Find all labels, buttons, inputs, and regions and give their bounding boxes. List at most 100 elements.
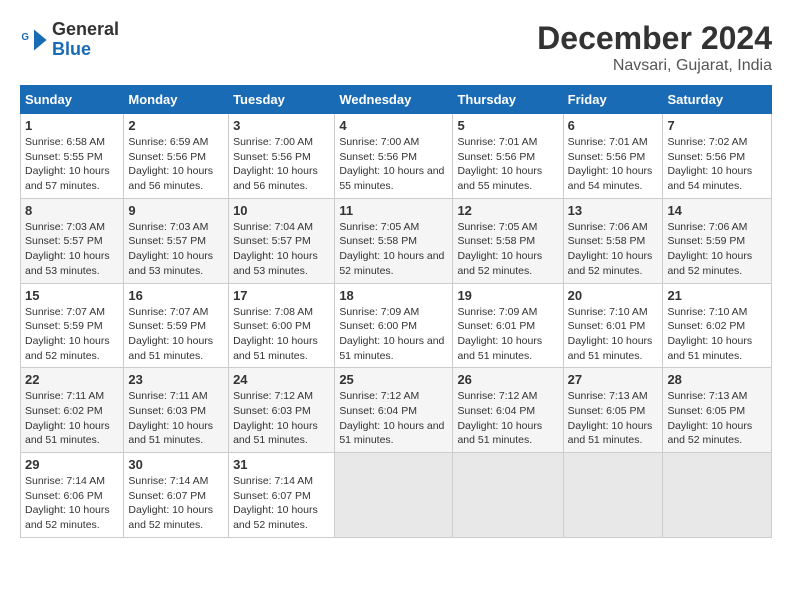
day-cell-26: 26Sunrise: 7:12 AMSunset: 6:04 PMDayligh… bbox=[453, 368, 563, 453]
day-cell-19: 19 Sunrise: 7:09 AMSunset: 6:01 PMDayligh… bbox=[453, 283, 563, 368]
day-detail: Sunrise: 7:10 AMSunset: 6:02 PMDaylight:… bbox=[667, 306, 752, 362]
svg-text:G: G bbox=[21, 32, 29, 43]
day-cell-31: 31 Sunrise: 7:14 AMSunset: 6:07 PMDayligh… bbox=[229, 453, 335, 538]
day-number: 8 bbox=[25, 203, 119, 218]
day-cell-1: 1Sunrise: 6:58 AMSunset: 5:55 PMDaylight… bbox=[21, 114, 124, 199]
day-cell-21: 21Sunrise: 7:10 AMSunset: 6:02 PMDayligh… bbox=[663, 283, 772, 368]
subtitle: Navsari, Gujarat, India bbox=[537, 57, 772, 75]
header-saturday: Saturday bbox=[663, 86, 772, 114]
day-cell-17: 17Sunrise: 7:08 AMSunset: 6:00 PMDayligh… bbox=[229, 283, 335, 368]
day-cell-8: 8 Sunrise: 7:03 AMSunset: 5:57 PMDaylight… bbox=[21, 198, 124, 283]
day-cell-27: 27 Sunrise: 7:13 AMSunset: 6:05 PMDayligh… bbox=[563, 368, 663, 453]
day-detail: Sunrise: 7:06 AMSunset: 5:59 PMDaylight:… bbox=[667, 221, 752, 277]
logo-text: General Blue bbox=[52, 20, 119, 60]
day-number: 20 bbox=[568, 288, 659, 303]
day-number: 14 bbox=[667, 203, 767, 218]
week-row-1: 1Sunrise: 6:58 AMSunset: 5:55 PMDaylight… bbox=[21, 114, 772, 199]
day-number: 29 bbox=[25, 457, 119, 472]
day-number: 7 bbox=[667, 118, 767, 133]
day-detail: Sunrise: 7:02 AMSunset: 5:56 PMDaylight:… bbox=[667, 136, 752, 192]
logo-line2: Blue bbox=[52, 40, 119, 60]
day-detail: Sunrise: 7:12 AMSunset: 6:03 PMDaylight:… bbox=[233, 390, 318, 446]
empty-cell bbox=[663, 453, 772, 538]
day-cell-14: 14 Sunrise: 7:06 AMSunset: 5:59 PMDayligh… bbox=[663, 198, 772, 283]
day-detail: Sunrise: 7:10 AMSunset: 6:01 PMDaylight:… bbox=[568, 306, 653, 362]
day-detail: Sunrise: 7:12 AMSunset: 6:04 PMDaylight:… bbox=[339, 390, 444, 446]
day-number: 16 bbox=[128, 288, 224, 303]
main-title: December 2024 bbox=[537, 20, 772, 57]
day-cell-18: 18 Sunrise: 7:09 AMSunset: 6:00 PMDayligh… bbox=[335, 283, 453, 368]
empty-cell bbox=[335, 453, 453, 538]
day-number: 13 bbox=[568, 203, 659, 218]
day-cell-20: 20 Sunrise: 7:10 AMSunset: 6:01 PMDayligh… bbox=[563, 283, 663, 368]
day-number: 6 bbox=[568, 118, 659, 133]
logo: G General Blue bbox=[20, 20, 119, 60]
day-cell-28: 28 Sunrise: 7:13 AMSunset: 6:05 PMDayligh… bbox=[663, 368, 772, 453]
day-number: 19 bbox=[457, 288, 558, 303]
day-cell-16: 16 Sunrise: 7:07 AMSunset: 5:59 PMDayligh… bbox=[124, 283, 229, 368]
day-number: 11 bbox=[339, 203, 448, 218]
day-detail: Sunrise: 7:06 AMSunset: 5:58 PMDaylight:… bbox=[568, 221, 653, 277]
day-detail: Sunrise: 7:14 AMSunset: 6:07 PMDaylight:… bbox=[128, 475, 213, 531]
day-cell-9: 9 Sunrise: 7:03 AMSunset: 5:57 PMDaylight… bbox=[124, 198, 229, 283]
day-detail: Sunrise: 7:14 AMSunset: 6:07 PMDaylight:… bbox=[233, 475, 318, 531]
day-detail: Sunrise: 7:09 AMSunset: 6:00 PMDaylight:… bbox=[339, 306, 444, 362]
day-number: 18 bbox=[339, 288, 448, 303]
logo-icon: G bbox=[20, 26, 48, 54]
day-detail: Sunrise: 7:09 AMSunset: 6:01 PMDaylight:… bbox=[457, 306, 542, 362]
day-number: 26 bbox=[457, 372, 558, 387]
calendar-table: SundayMondayTuesdayWednesdayThursdayFrid… bbox=[20, 85, 772, 538]
day-number: 2 bbox=[128, 118, 224, 133]
day-number: 30 bbox=[128, 457, 224, 472]
day-cell-4: 4 Sunrise: 7:00 AMSunset: 5:56 PMDaylight… bbox=[335, 114, 453, 199]
day-detail: Sunrise: 7:01 AMSunset: 5:56 PMDaylight:… bbox=[568, 136, 653, 192]
header-wednesday: Wednesday bbox=[335, 86, 453, 114]
day-cell-25: 25 Sunrise: 7:12 AMSunset: 6:04 PMDayligh… bbox=[335, 368, 453, 453]
day-detail: Sunrise: 7:13 AMSunset: 6:05 PMDaylight:… bbox=[667, 390, 752, 446]
day-cell-10: 10Sunrise: 7:04 AMSunset: 5:57 PMDayligh… bbox=[229, 198, 335, 283]
empty-cell bbox=[563, 453, 663, 538]
day-cell-12: 12Sunrise: 7:05 AMSunset: 5:58 PMDayligh… bbox=[453, 198, 563, 283]
day-cell-23: 23Sunrise: 7:11 AMSunset: 6:03 PMDayligh… bbox=[124, 368, 229, 453]
day-cell-2: 2Sunrise: 6:59 AMSunset: 5:56 PMDaylight… bbox=[124, 114, 229, 199]
day-detail: Sunrise: 7:03 AMSunset: 5:57 PMDaylight:… bbox=[128, 221, 213, 277]
day-cell-29: 29 Sunrise: 7:14 AMSunset: 6:06 PMDayligh… bbox=[21, 453, 124, 538]
day-cell-15: 15Sunrise: 7:07 AMSunset: 5:59 PMDayligh… bbox=[21, 283, 124, 368]
page-header: G General Blue December 2024 Navsari, Gu… bbox=[20, 20, 772, 75]
day-cell-30: 30 Sunrise: 7:14 AMSunset: 6:07 PMDayligh… bbox=[124, 453, 229, 538]
day-detail: Sunrise: 7:07 AMSunset: 5:59 PMDaylight:… bbox=[128, 306, 213, 362]
empty-cell bbox=[453, 453, 563, 538]
day-number: 22 bbox=[25, 372, 119, 387]
day-number: 4 bbox=[339, 118, 448, 133]
day-number: 28 bbox=[667, 372, 767, 387]
day-number: 27 bbox=[568, 372, 659, 387]
day-detail: Sunrise: 7:03 AMSunset: 5:57 PMDaylight:… bbox=[25, 221, 110, 277]
week-row-2: 8 Sunrise: 7:03 AMSunset: 5:57 PMDaylight… bbox=[21, 198, 772, 283]
day-detail: Sunrise: 7:05 AMSunset: 5:58 PMDaylight:… bbox=[457, 221, 542, 277]
header-thursday: Thursday bbox=[453, 86, 563, 114]
day-detail: Sunrise: 7:13 AMSunset: 6:05 PMDaylight:… bbox=[568, 390, 653, 446]
day-cell-11: 11 Sunrise: 7:05 AMSunset: 5:58 PMDayligh… bbox=[335, 198, 453, 283]
day-detail: Sunrise: 6:58 AMSunset: 5:55 PMDaylight:… bbox=[25, 136, 110, 192]
day-cell-6: 6 Sunrise: 7:01 AMSunset: 5:56 PMDaylight… bbox=[563, 114, 663, 199]
day-cell-5: 5Sunrise: 7:01 AMSunset: 5:56 PMDaylight… bbox=[453, 114, 563, 199]
day-detail: Sunrise: 7:14 AMSunset: 6:06 PMDaylight:… bbox=[25, 475, 110, 531]
logo-line1: General bbox=[52, 20, 119, 40]
day-number: 9 bbox=[128, 203, 224, 218]
week-row-4: 22Sunrise: 7:11 AMSunset: 6:02 PMDayligh… bbox=[21, 368, 772, 453]
day-detail: Sunrise: 7:05 AMSunset: 5:58 PMDaylight:… bbox=[339, 221, 444, 277]
day-number: 25 bbox=[339, 372, 448, 387]
day-detail: Sunrise: 7:00 AMSunset: 5:56 PMDaylight:… bbox=[339, 136, 444, 192]
day-number: 3 bbox=[233, 118, 330, 133]
day-number: 31 bbox=[233, 457, 330, 472]
week-row-3: 15Sunrise: 7:07 AMSunset: 5:59 PMDayligh… bbox=[21, 283, 772, 368]
day-cell-3: 3 Sunrise: 7:00 AMSunset: 5:56 PMDaylight… bbox=[229, 114, 335, 199]
day-number: 10 bbox=[233, 203, 330, 218]
day-number: 24 bbox=[233, 372, 330, 387]
header-sunday: Sunday bbox=[21, 86, 124, 114]
day-detail: Sunrise: 7:07 AMSunset: 5:59 PMDaylight:… bbox=[25, 306, 110, 362]
day-number: 5 bbox=[457, 118, 558, 133]
header-monday: Monday bbox=[124, 86, 229, 114]
day-detail: Sunrise: 7:00 AMSunset: 5:56 PMDaylight:… bbox=[233, 136, 318, 192]
header-row: SundayMondayTuesdayWednesdayThursdayFrid… bbox=[21, 86, 772, 114]
